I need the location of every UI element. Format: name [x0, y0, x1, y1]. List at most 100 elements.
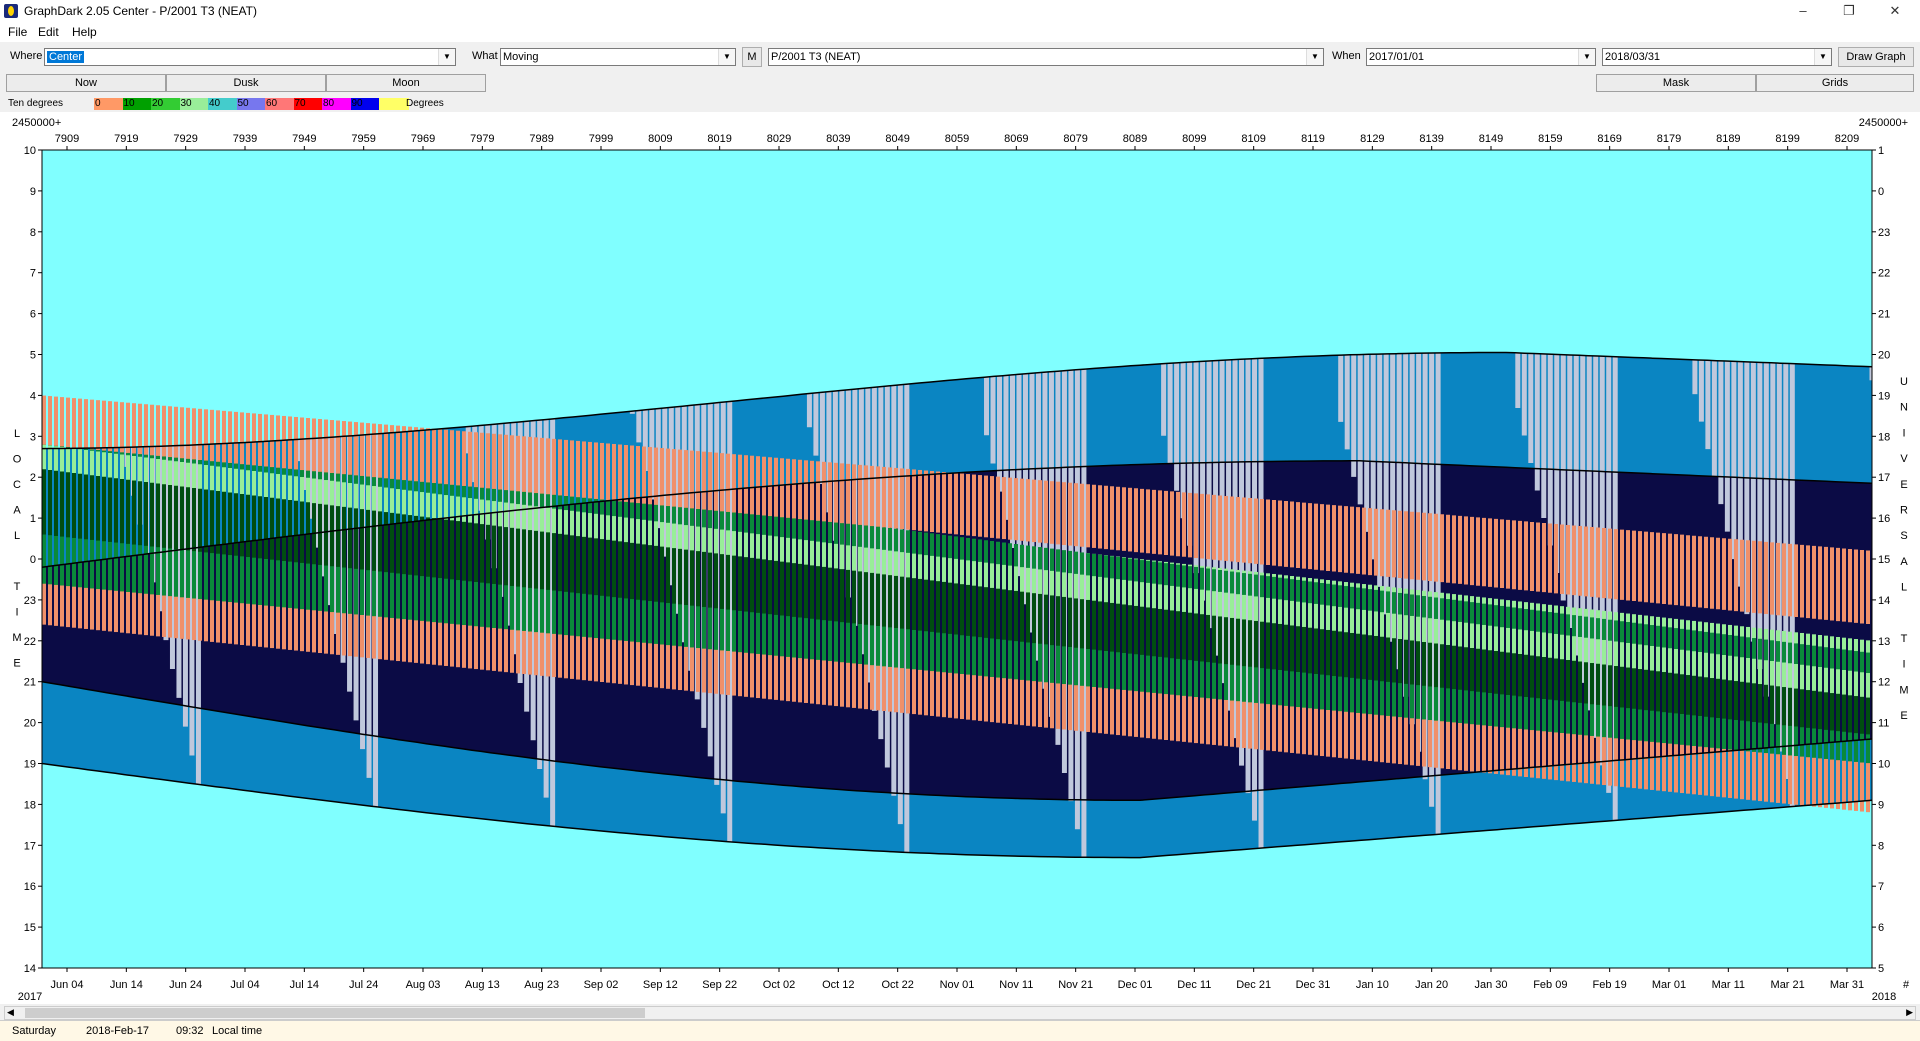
date-tick-label: Jun 24	[169, 979, 202, 991]
date-tick-label: Sep 12	[643, 979, 678, 991]
scroll-left-icon[interactable]: ◀	[7, 1007, 14, 1018]
object-select[interactable]: P/2001 T3 (NEAT) ▼	[768, 48, 1324, 66]
altitude-legend: Ten degrees 0 10 20 30 40 50 60 70 80 90 Degrees	[0, 96, 1920, 112]
local-time-axis: 10987654321023222120191817161514LOCALTIM…	[12, 145, 42, 975]
toolbar: Where Center ▼ What Moving ▼ M P/2001 T3…	[0, 44, 1920, 70]
jd-tick-label: 7919	[114, 133, 138, 145]
local-time-tick-label: 7	[30, 268, 36, 280]
what-value: Moving	[503, 51, 539, 63]
jd-tick-label: 7999	[589, 133, 613, 145]
date-tick-label: Nov 21	[1058, 979, 1093, 991]
local-time-tick-label: 23	[24, 595, 36, 607]
scroll-thumb[interactable]	[25, 1008, 645, 1018]
jd-tick-label: 7959	[351, 133, 375, 145]
ut-tick-label: 13	[1878, 636, 1890, 648]
ut-tick-label: 23	[1878, 227, 1890, 239]
date-tick-label: Jul 14	[290, 979, 319, 991]
right-axis-letter: S	[1900, 530, 1907, 542]
status-time-label: Local time	[212, 1025, 263, 1037]
legend-swatch: 40	[208, 98, 238, 110]
status-time: 09:32	[176, 1025, 204, 1037]
m-button[interactable]: M	[742, 47, 762, 67]
local-time-tick-label: 5	[30, 350, 36, 362]
what-select[interactable]: Moving ▼	[500, 48, 736, 66]
menu-help[interactable]: Help	[72, 25, 97, 39]
now-button[interactable]: Now	[6, 74, 166, 92]
visibility-chart: 2450000+ 2450000+ 7909 7919 7929 7939 7949 7959…	[0, 112, 1920, 1004]
ut-tick-label: 11	[1878, 718, 1889, 730]
date-tick-label: Nov 11	[999, 979, 1033, 991]
local-time-tick-label: 20	[24, 718, 36, 730]
chevron-down-icon[interactable]: ▼	[718, 49, 735, 65]
date-tick-label: Dec 11	[1177, 979, 1211, 991]
legend-left-label: Ten degrees	[8, 98, 64, 109]
date-tick-label: Feb 19	[1593, 979, 1627, 991]
universal-time-axis: 10232221201918171615141312111098765UNIVE…	[1872, 145, 1909, 975]
dusk-button[interactable]: Dusk	[166, 74, 326, 92]
legend-swatch: 80	[322, 98, 352, 110]
ut-tick-label: 10	[1878, 759, 1890, 771]
menu-file[interactable]: File	[8, 25, 27, 39]
scroll-right-icon[interactable]: ▶	[1906, 1007, 1913, 1018]
right-axis-letter: A	[1900, 556, 1908, 568]
horizontal-scrollbar[interactable]: ◀ ▶	[4, 1006, 1916, 1020]
jd-tick-label: 8049	[885, 133, 909, 145]
jd-tick-label: 8009	[648, 133, 672, 145]
jd-tick-label: 7939	[233, 133, 257, 145]
date-tick-label: Aug 03	[406, 979, 441, 991]
maximize-button[interactable]: ❐	[1826, 0, 1872, 22]
menu-edit[interactable]: Edit	[38, 25, 59, 39]
ut-tick-label: 17	[1878, 472, 1890, 484]
date-tick-label: Jul 24	[349, 979, 378, 991]
when-start-select[interactable]: 2017/01/01 ▼	[1366, 48, 1596, 66]
date-tick-label: Jan 20	[1415, 979, 1448, 991]
legend-swatch: 50	[236, 98, 266, 110]
where-select[interactable]: Center ▼	[44, 48, 456, 66]
date-tick-label: Oct 22	[881, 979, 913, 991]
year-left-label: 2017	[18, 991, 42, 1003]
jd-tick-label: 8189	[1716, 133, 1740, 145]
right-axis-letter: M	[1899, 684, 1908, 696]
chevron-down-icon[interactable]: ▼	[1578, 49, 1595, 65]
chart-svg[interactable]: 2450000+ 2450000+7909 7919 7929 7939 7949 7959…	[0, 112, 1920, 1004]
menu-bar: File Edit Help	[0, 22, 1920, 42]
right-axis-letter: I	[1902, 659, 1905, 671]
jd-tick-label: 7929	[173, 133, 197, 145]
jd-tick-label: 7989	[529, 133, 553, 145]
date-tick-label: Feb 09	[1533, 979, 1567, 991]
date-tick-label: Mar 11	[1712, 979, 1745, 991]
ut-tick-label: 9	[1878, 799, 1884, 811]
chevron-down-icon[interactable]: ▼	[438, 49, 455, 65]
legend-swatch: 60	[265, 98, 295, 110]
local-time-tick-label: 8	[30, 227, 36, 239]
right-axis-letter: E	[1900, 479, 1907, 491]
legend-right-label: Degrees	[406, 98, 444, 109]
draw-graph-button[interactable]: Draw Graph	[1838, 47, 1914, 67]
right-axis-letter: L	[1901, 582, 1907, 594]
ut-tick-label: 20	[1878, 350, 1890, 362]
local-time-tick-label: 18	[24, 799, 36, 811]
moon-button[interactable]: Moon	[326, 74, 486, 92]
when-end-value: 2018/03/31	[1605, 51, 1661, 63]
when-label: When	[1332, 50, 1361, 62]
local-time-tick-label: 0	[30, 554, 36, 566]
local-time-tick-label: 22	[24, 636, 36, 648]
when-end-select[interactable]: 2018/03/31 ▼	[1602, 48, 1832, 66]
local-time-tick-label: 2	[30, 472, 36, 484]
date-tick-label: Mar 01	[1652, 979, 1686, 991]
jd-tick-label: 7979	[470, 133, 494, 145]
chevron-down-icon[interactable]: ▼	[1814, 49, 1831, 65]
legend-swatch: 0	[94, 98, 124, 110]
status-date: 2018-Feb-17	[86, 1025, 149, 1037]
local-time-tick-label: 19	[24, 759, 36, 771]
jd-tick-label: 8059	[945, 133, 969, 145]
mask-button[interactable]: Mask	[1596, 74, 1756, 92]
chevron-down-icon[interactable]: ▼	[1306, 49, 1323, 65]
close-button[interactable]: ✕	[1872, 0, 1918, 22]
minimize-button[interactable]: –	[1780, 0, 1826, 22]
right-axis-letter: V	[1900, 453, 1908, 465]
date-tick-label: Nov 01	[940, 979, 975, 991]
grids-button[interactable]: Grids	[1756, 74, 1914, 92]
jd-prefix-left: 2450000+	[12, 117, 61, 129]
jd-tick-label: 8199	[1775, 133, 1799, 145]
